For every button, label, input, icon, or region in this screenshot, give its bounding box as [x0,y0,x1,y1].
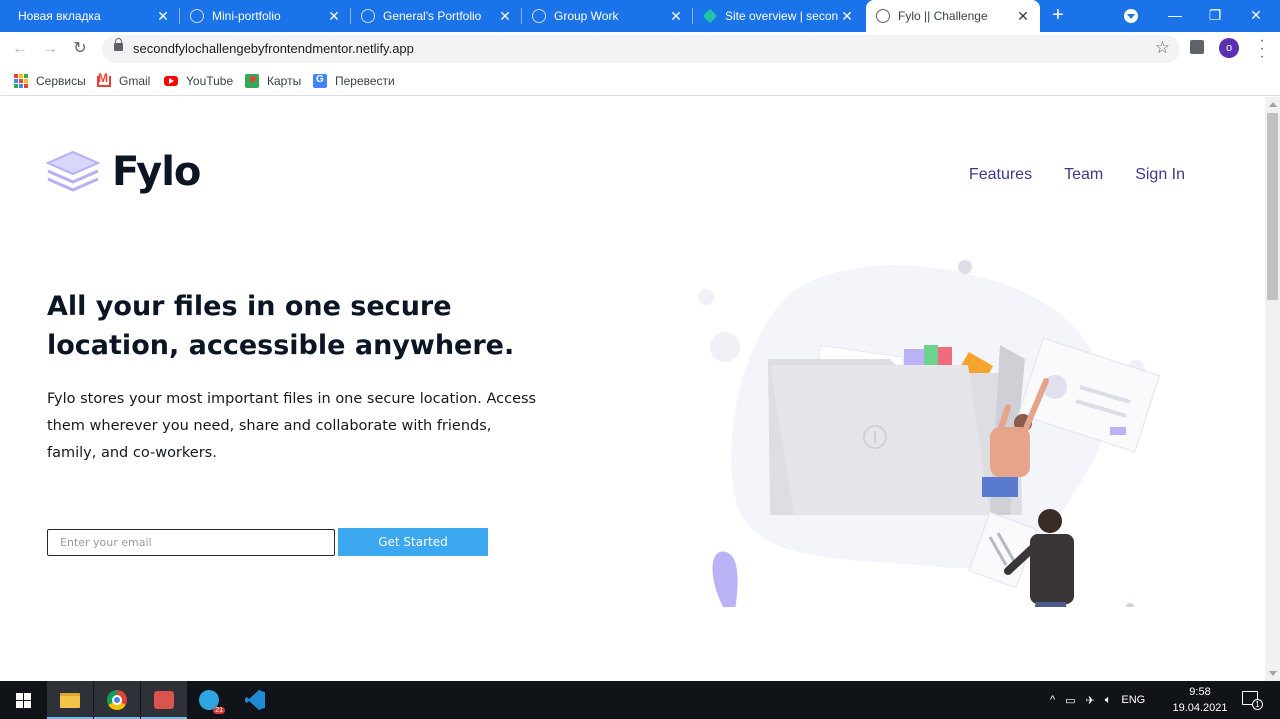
browser-toolbar: ← → ↻ secondfylochallengebyfrontendmento… [0,32,1280,66]
tab-strip: Новая вкладка ✕ Mini-portfolio ✕ General… [0,0,1280,32]
reload-button[interactable]: ↻ [68,37,92,61]
close-icon[interactable]: ✕ [154,8,172,25]
globe-icon [876,9,890,23]
url-text[interactable]: secondfylochallengebyfrontendmentor.netl… [133,41,414,56]
clock-time: 9:58 [1189,686,1211,698]
back-button[interactable]: ← [8,37,32,61]
hero-headline: All your files in one secure location, a… [47,291,515,361]
close-icon[interactable]: ✕ [838,8,856,25]
vscode-icon [245,690,265,710]
gmail-icon [97,71,111,87]
globe-icon [190,9,204,23]
bookmark-label: Сервисы [36,74,86,88]
tab-title: Mini-portfolio [212,9,281,23]
taskbar-chrome[interactable] [94,681,140,719]
clock[interactable]: 9:58 19.04.2021 [1170,684,1230,716]
close-icon[interactable]: ✕ [496,8,514,25]
nav-team[interactable]: Team [1064,166,1103,184]
clock-date: 19.04.2021 [1172,702,1228,714]
bookmark-services[interactable]: Сервисы [14,72,86,90]
volume-icon[interactable]: 🔈︎ [1105,694,1112,707]
close-icon[interactable]: ✕ [667,8,685,25]
nav-features[interactable]: Features [969,166,1032,184]
tab-title: General's Portfolio [383,9,482,23]
main-nav: Features Team Sign In [969,166,1185,184]
maps-icon [245,74,259,88]
bookmark-gmail[interactable]: Gmail [97,71,151,90]
close-icon[interactable]: ✕ [325,8,343,25]
chevron-up-icon[interactable]: ^ [1050,694,1055,706]
start-button[interactable] [0,681,46,719]
bookmark-star-icon[interactable]: ☆ [1155,38,1170,58]
close-icon[interactable]: ✕ [1014,8,1032,25]
scroll-down-arrow-icon[interactable] [1269,671,1277,676]
new-tab-button[interactable]: + [1046,4,1070,28]
file-explorer-icon [60,692,80,708]
translate-icon [313,74,327,88]
bookmarks-bar: Сервисы Gmail YouTube Карты Перевести [0,66,1280,96]
telegram-badge: 21 [213,707,225,714]
bookmark-label: YouTube [186,74,234,88]
extensions-icon[interactable] [1190,40,1204,54]
battery-icon[interactable]: ▭ [1065,694,1075,707]
kebab-menu-icon[interactable]: · · · [1254,33,1270,65]
bookmark-label: Перевести [335,74,395,88]
tab-title: Site overview | second [725,9,838,23]
bookmark-label: Gmail [119,74,151,88]
bookmark-maps[interactable]: Карты [245,72,301,90]
windows-taskbar: 21 ^ ▭ ✈ 🔈︎ ENG 9:58 19.04.2021 1 [0,681,1280,719]
taskbar-telegram[interactable]: 21 [186,681,232,719]
logo-text: Fylo [112,149,201,195]
bookmark-youtube[interactable]: YouTube [164,72,233,90]
telegram-icon: 21 [199,690,225,714]
tab-new-tab[interactable]: Новая вкладка ✕ [0,0,180,32]
taskbar-vscode[interactable] [232,681,278,719]
globe-icon [532,9,546,23]
scroll-up-arrow-icon[interactable] [1269,102,1277,107]
site-logo[interactable]: Fylo [46,149,201,195]
taskbar-file-explorer[interactable] [47,681,93,719]
bookmark-translate[interactable]: Перевести [313,72,395,90]
chrome-icon [107,690,127,710]
network-icon[interactable]: ✈ [1086,694,1095,707]
tab-fylo-challenge[interactable]: Fylo || Challenge ✕ [866,0,1040,32]
apps-grid-icon [14,74,28,88]
netlify-icon [702,8,718,24]
language-indicator[interactable]: ENG [1121,694,1145,706]
restore-button[interactable]: ❐ [1195,0,1235,32]
windows-logo-icon [15,692,31,708]
hero-description: Fylo stores your most important files in… [47,391,537,461]
avatar[interactable]: о [1219,38,1239,58]
tab-group-work[interactable]: Group Work ✕ [522,0,693,32]
tab-search-icon[interactable] [1124,9,1138,23]
system-tray: ^ ▭ ✈ 🔈︎ ENG [1050,681,1145,719]
tab-title: Fylo || Challenge [898,9,988,23]
nav-sign-in[interactable]: Sign In [1135,166,1185,184]
tab-mini-portfolio[interactable]: Mini-portfolio ✕ [180,0,351,32]
screen-recorder-icon [154,691,174,709]
address-bar[interactable]: secondfylochallengebyfrontendmentor.netl… [102,35,1180,63]
forward-button[interactable]: → [38,37,62,61]
taskbar-screen-recorder[interactable] [141,681,187,719]
minimize-button[interactable]: — [1155,0,1195,32]
tab-title: Новая вкладка [18,9,101,23]
tab-generals-portfolio[interactable]: General's Portfolio ✕ [351,0,522,32]
notifications-icon[interactable]: 1 [1242,691,1263,710]
notification-count: 1 [1252,699,1263,710]
globe-icon [361,9,375,23]
email-input[interactable] [47,529,335,556]
close-window-button[interactable]: ✕ [1236,0,1276,32]
bookmark-label: Карты [267,74,302,88]
lock-icon[interactable] [114,38,123,51]
hero-illustration [698,260,1161,607]
scroll-thumb[interactable] [1267,113,1278,300]
tab-site-overview[interactable]: Site overview | second ✕ [693,0,864,32]
page-viewport: Fylo Features Team Sign In All your file… [0,97,1265,681]
get-started-button[interactable]: Get Started [338,528,488,556]
tab-title: Group Work [554,9,619,23]
layers-icon [46,150,100,192]
page-scrollbar[interactable] [1265,97,1280,681]
youtube-icon [164,76,178,86]
